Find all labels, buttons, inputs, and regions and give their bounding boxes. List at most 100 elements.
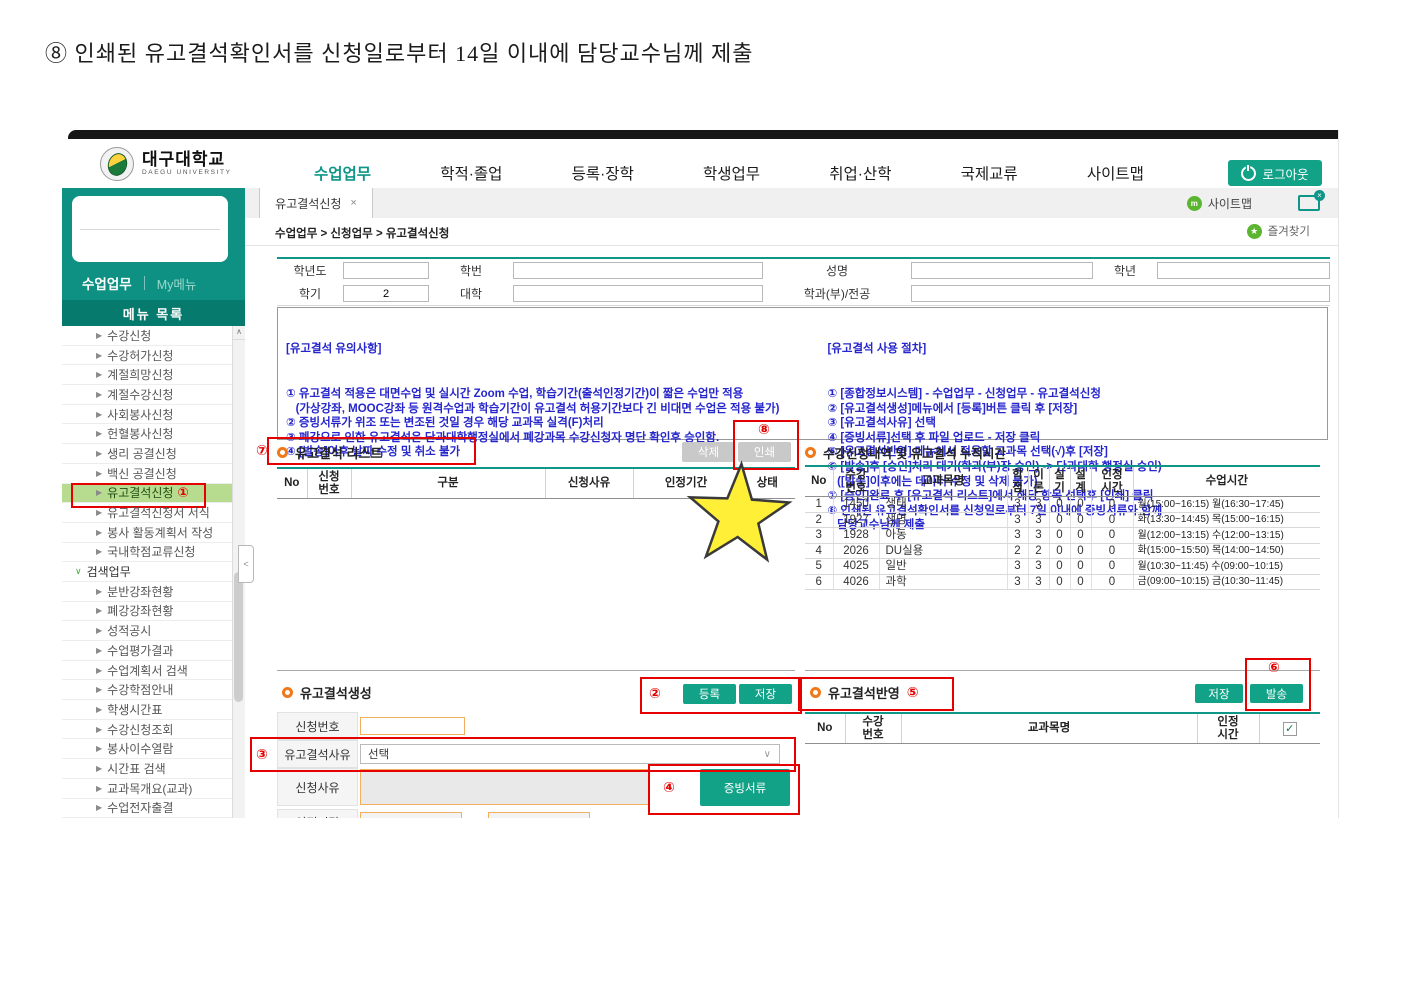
semester-input[interactable] [343, 285, 429, 302]
sidebar-tab-mymenu[interactable]: My메뉴 [157, 274, 197, 293]
table-row[interactable]: 21927생명33000화(13:30~14:45) 목(15:00~16:15… [805, 512, 1320, 528]
notice-right: [유고결석 사용 절차] ① [종합정보시스템] - 수업업무 - 신청업무 -… [823, 308, 1327, 439]
scrollbar-thumb[interactable] [234, 572, 243, 702]
period-start-input[interactable]: ▦ [360, 812, 462, 818]
table-row[interactable]: 31928아동33000월(12:00~13:15) 수(12:00~13:15… [805, 528, 1320, 544]
sidebar-item-3[interactable]: ▶계절수강신청 [62, 385, 233, 405]
university-emblem-icon [100, 147, 134, 181]
table-cell: 0 [1049, 559, 1070, 575]
detail-textarea[interactable] [360, 769, 650, 805]
table-row[interactable]: 11450생태33000월(15:00~16:15) 월(16:30~17:45… [805, 497, 1320, 513]
window-close-icon[interactable] [1298, 195, 1320, 211]
sidebar-item-1[interactable]: ▶수강허가신청 [62, 346, 233, 366]
name-input[interactable] [911, 262, 1093, 279]
year-input[interactable] [343, 262, 429, 279]
sidebar-item-13[interactable]: ▶분반강좌현황 [62, 582, 233, 602]
university-logo[interactable]: 대구대학교 DAEGU UNIVERSITY [100, 147, 232, 181]
annotation-4: ④ [663, 779, 675, 796]
nav-item-4[interactable]: 취업·산학 [829, 162, 891, 184]
column-header: 실 기 [1049, 466, 1070, 497]
sidebar-item-22[interactable]: ▶시간표 검색 [62, 759, 233, 779]
save-button-apply[interactable]: 저장 [1195, 684, 1243, 703]
logo-subtitle: DAEGU UNIVERSITY [142, 168, 232, 177]
favorite-button[interactable]: ★ 즐겨찾기 [1247, 223, 1310, 239]
major-input[interactable] [911, 285, 1330, 302]
sidebar-item-12[interactable]: ∨검색업무 [62, 562, 233, 582]
enrollment-table: No수강 번호교과목명학 점이 론실 기설 계인정 시간수업시간11450생태3… [805, 465, 1320, 590]
sidebar-item-11[interactable]: ▶국내학점교류신청 [62, 543, 233, 563]
column-header: 교과목명 [879, 466, 1007, 497]
reason-select[interactable]: 선택 ∨ [360, 744, 780, 764]
menu-list-header: 메뉴 목록 [62, 300, 245, 326]
sidebar-tab-class-work[interactable]: 수업업무 [82, 273, 132, 293]
table-cell: 2 [1028, 543, 1049, 559]
divider [277, 670, 795, 671]
breadcrumb-row: 수업업무 > 신청업무 > 유고결석신청 ★ 즐겨찾기 [245, 218, 1338, 246]
site-header: 대구대학교 DAEGU UNIVERSITY 수업업무 학적·졸업 등록·장학 학생업… [62, 139, 1338, 189]
sidebar-item-18[interactable]: ▶수강학점안내 [62, 680, 233, 700]
table-row[interactable]: 64026과학33000금(09:00~10:15) 금(10:30~11:45… [805, 574, 1320, 590]
star-marker [682, 457, 795, 565]
grade-input[interactable] [1157, 262, 1330, 279]
table-row[interactable]: 54025일반33000월(10:30~11:45) 수(09:00~10:15… [805, 559, 1320, 575]
sidebar-item-0[interactable]: ▶수강신청 [62, 326, 233, 346]
table-cell: 5 [805, 559, 833, 575]
sidebar-item-17[interactable]: ▶수업계획서 검색 [62, 661, 233, 681]
table-cell: 2026 [833, 543, 879, 559]
sidebar-item-24[interactable]: ▶수업전자출결 [62, 799, 233, 819]
sidebar-item-7[interactable]: ▶백신 공결신청 [62, 464, 233, 484]
apply-section-header: 유고결석반영 ⑤ [810, 683, 919, 702]
table-row[interactable]: 42026DU실용22000화(15:00~15:50) 목(14:00~14:… [805, 543, 1320, 559]
sidebar-item-16[interactable]: ▶수업평가결과 [62, 641, 233, 661]
scrollbar-up-arrow[interactable]: ∧ [233, 326, 245, 340]
favorite-star-icon: ★ [1247, 224, 1262, 239]
sidebar-item-6[interactable]: ▶생리 공결신청 [62, 444, 233, 464]
sidebar-item-23[interactable]: ▶교과목개요(교과) [62, 779, 233, 799]
table-cell: 3 [1028, 512, 1049, 528]
period-end-input[interactable]: ▦ [488, 812, 590, 818]
studentno-input[interactable] [513, 262, 763, 279]
tab-close-icon[interactable]: × [350, 197, 356, 209]
sidebar-item-2[interactable]: ▶계절희망신청 [62, 365, 233, 385]
print-button[interactable]: 인쇄 [738, 442, 791, 462]
sidebar-item-5[interactable]: ▶헌혈봉사신청 [62, 424, 233, 444]
tab-absence-application[interactable]: 유고결석신청 × [259, 188, 373, 218]
attach-button[interactable]: 증빙서류 [700, 769, 790, 806]
nav-item-1[interactable]: 학적·졸업 [440, 162, 502, 184]
sidebar-item-20[interactable]: ▶수강신청조회 [62, 720, 233, 740]
calendar-icon[interactable]: ▦ [448, 816, 457, 818]
table-cell: 1 [805, 497, 833, 513]
sidebar-item-19[interactable]: ▶학생시간표 [62, 700, 233, 720]
sidebar-item-15[interactable]: ▶성적공시 [62, 621, 233, 641]
sidebar-tab-divider [144, 276, 145, 290]
sidebar-item-9[interactable]: ▶유고결석신청서 서식 [62, 503, 233, 523]
sidebar-item-4[interactable]: ▶사회봉사신청 [62, 405, 233, 425]
nav-item-6[interactable]: 사이트맵 [1087, 162, 1144, 184]
send-button[interactable]: 발송 [1250, 684, 1303, 703]
college-input[interactable] [513, 285, 763, 302]
nav-item-3[interactable]: 학생업무 [703, 162, 760, 184]
logout-button[interactable]: 로그아웃 [1228, 160, 1322, 186]
sidebar-collapse-button[interactable]: < [238, 545, 254, 583]
table-cell: 3 [1028, 574, 1049, 590]
sidebar-item-10[interactable]: ▶봉사 활동계획서 작성 [62, 523, 233, 543]
sidebar-item-8[interactable]: ▶유고결석신청① [62, 484, 233, 504]
nav-item-0[interactable]: 수업업무 [314, 162, 371, 184]
save-button-create[interactable]: 저장 [739, 684, 792, 704]
column-header: No [805, 466, 833, 497]
table-cell: 0 [1091, 574, 1133, 590]
table-cell: 3 [1007, 497, 1028, 513]
select-all-checkbox[interactable]: ✓ [1283, 722, 1297, 736]
table-cell: 0 [1070, 543, 1091, 559]
sidebar-item-14[interactable]: ▶폐강강좌현황 [62, 602, 233, 622]
table-cell: 4026 [833, 574, 879, 590]
register-button[interactable]: 등록 [683, 684, 736, 704]
detail-label: 신청사유 [277, 768, 358, 806]
sidebar-item-21[interactable]: ▶봉사이수열람 [62, 739, 233, 759]
column-header: 수강 번호 [845, 713, 901, 744]
sitemap-link[interactable]: m 사이트맵 [1187, 195, 1252, 212]
appno-input[interactable] [360, 717, 465, 735]
nav-item-2[interactable]: 등록·장학 [572, 162, 634, 184]
nav-item-5[interactable]: 국제교류 [961, 162, 1018, 184]
calendar-icon[interactable]: ▦ [576, 816, 585, 818]
